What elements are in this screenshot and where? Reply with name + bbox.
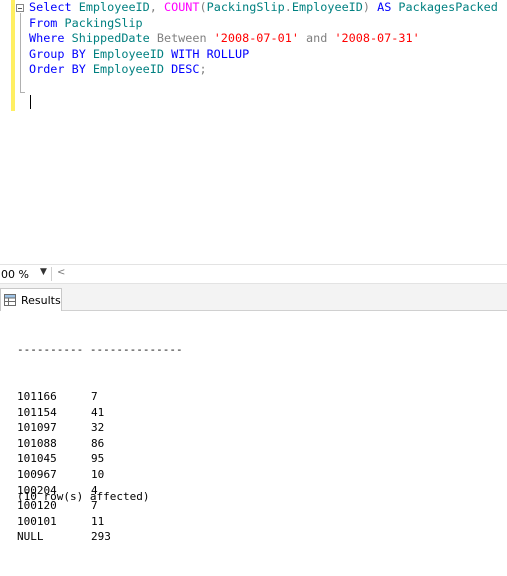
rows-affected-message: (10 row(s) affected): [17, 490, 150, 503]
code-token: EmployeeID: [85, 46, 172, 61]
change-indicator-bar: [11, 0, 15, 111]
code-token: Group BY: [29, 46, 86, 61]
code-token: WITH ROLLUP: [171, 46, 250, 61]
collapse-icon[interactable]: [16, 4, 24, 12]
result-row: 100967 10: [17, 467, 183, 483]
result-row: 101088 86: [17, 436, 183, 452]
packages-packed-cell: 41: [91, 405, 105, 419]
code-token: .: [284, 0, 292, 14]
packages-packed-cell: 7: [91, 389, 98, 403]
packages-packed-cell: 293: [91, 530, 111, 544]
result-row: 100101 11: [17, 514, 183, 530]
code-token: Order BY: [29, 62, 86, 77]
code-line[interactable]: From PackingSlip: [29, 16, 498, 32]
code-token: EmployeeID: [85, 62, 172, 77]
sql-code[interactable]: Select EmployeeID, COUNT(PackingSlip.Emp…: [29, 0, 498, 78]
packages-packed-cell: 86: [91, 436, 105, 450]
result-row: 101045 95: [17, 451, 183, 467]
result-row: NULL 293: [17, 529, 183, 545]
code-token: '2008-07-01': [213, 31, 299, 46]
code-line[interactable]: Group BY EmployeeID WITH ROLLUP: [29, 47, 498, 63]
zoom-bar: 00 % ▼ <: [0, 264, 507, 284]
results-tab-strip: Results: [0, 284, 507, 311]
result-row: 101097 32: [17, 420, 183, 436]
packages-packed-cell: 32: [91, 421, 105, 435]
tab-results-label: Results: [21, 294, 61, 307]
results-grid-icon: [4, 294, 16, 306]
employee-id-cell: 100967: [17, 467, 57, 481]
results-text: ---------- -------------- 101166 7 101154 4…: [17, 311, 183, 576]
code-token: Where: [29, 31, 65, 46]
zoom-level[interactable]: 00 %: [1, 268, 29, 281]
employee-id-cell: 101097: [17, 421, 57, 435]
employee-id-cell: 101166: [17, 389, 57, 403]
code-token: COUNT: [163, 0, 200, 14]
code-token: Between: [156, 31, 207, 46]
code-token: PackagesPacked: [391, 0, 498, 14]
column-separator: ---------- --------------: [17, 343, 183, 357]
outline-guide: [20, 13, 21, 93]
result-rows: 101166 7 101154 41 101097 32 101088 86 101045 95 1…: [17, 389, 183, 545]
code-token: PackingSlip: [206, 0, 285, 14]
outline-guide-end: [20, 92, 25, 93]
code-token: AS: [377, 0, 392, 14]
packages-packed-cell: 95: [91, 452, 105, 466]
employee-id-cell: 101154: [17, 405, 57, 419]
packages-packed-cell: 11: [91, 514, 105, 528]
code-token: ,: [149, 0, 164, 14]
chevron-down-icon[interactable]: ▼: [40, 267, 47, 277]
employee-id-cell: 101045: [17, 452, 57, 466]
packages-packed-cell: 10: [91, 467, 105, 481]
tab-results[interactable]: Results: [0, 288, 62, 311]
text-cursor: [30, 95, 31, 109]
employee-id-cell: NULL: [17, 530, 44, 544]
code-token: Select: [29, 0, 72, 14]
result-row: 101154 41: [17, 405, 183, 421]
query-editor[interactable]: Select EmployeeID, COUNT(PackingSlip.Emp…: [0, 0, 507, 264]
result-row: 101166 7: [17, 389, 183, 405]
code-token: EmployeeID: [291, 0, 363, 14]
employee-id-cell: 100101: [17, 514, 57, 528]
code-token: ;: [199, 62, 207, 77]
code-token: ): [362, 0, 378, 14]
code-token: and: [298, 31, 335, 46]
scroll-left-icon[interactable]: <: [57, 267, 65, 278]
code-line[interactable]: Where ShippedDate Between '2008-07-01' a…: [29, 31, 498, 47]
code-line[interactable]: Order BY EmployeeID DESC;: [29, 62, 498, 78]
results-pane[interactable]: ---------- -------------- 101166 7 101154 4…: [0, 311, 507, 543]
employee-id-cell: 101088: [17, 436, 57, 450]
code-token: (: [199, 0, 207, 14]
code-token: EmployeeID: [71, 0, 150, 14]
code-token: From: [29, 15, 58, 30]
code-token: PackingSlip: [57, 15, 143, 30]
divider: [51, 267, 52, 281]
code-token: ShippedDate: [64, 31, 157, 46]
code-line[interactable]: Select EmployeeID, COUNT(PackingSlip.Emp…: [29, 0, 498, 16]
code-token: '2008-07-31': [334, 31, 420, 46]
code-token: DESC: [171, 62, 200, 77]
